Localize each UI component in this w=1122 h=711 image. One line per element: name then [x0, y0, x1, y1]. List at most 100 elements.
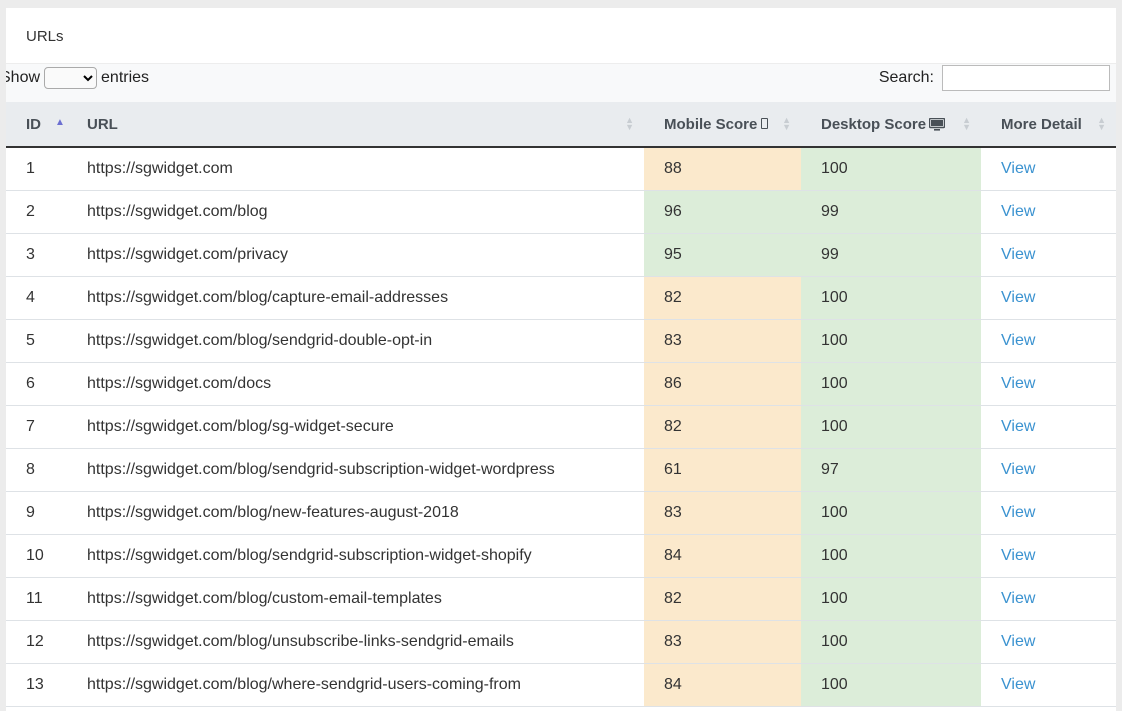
length-control: Show entries — [6, 67, 149, 89]
cell-mobile-score: 96 — [644, 190, 801, 234]
column-header-desktop-score[interactable]: Desktop Score ▲ ▼ — [801, 102, 981, 148]
cell-mobile-score: 83 — [644, 319, 801, 363]
view-link[interactable]: View — [1001, 461, 1035, 478]
column-header-id-label: ID — [26, 115, 41, 133]
cell-mobile-score: 82 — [644, 405, 801, 449]
cell-more-detail: View — [981, 491, 1116, 535]
cell-mobile-score: 95 — [644, 233, 801, 277]
cell-mobile-score: 84 — [644, 663, 801, 707]
cell-desktop-score: 100 — [801, 534, 981, 578]
urls-table: ID ▲ URL ▲ ▼ Mobile Score ▲ ▼ Desktop Scor… — [6, 102, 1116, 707]
cell-id: 9 — [6, 491, 67, 535]
view-link[interactable]: View — [1001, 676, 1035, 693]
table-row: 5 https://sgwidget.com/blog/sendgrid-doub… — [6, 319, 1116, 363]
show-label: Show — [6, 69, 41, 86]
table-row: 12 https://sgwidget.com/blog/unsubscribe-… — [6, 620, 1116, 664]
cell-url: https://sgwidget.com/blog/sendgrid-doubl… — [67, 319, 644, 363]
cell-url: https://sgwidget.com/docs — [67, 362, 644, 406]
cell-more-detail: View — [981, 405, 1116, 449]
view-link[interactable]: View — [1001, 289, 1035, 306]
table-row: 2 https://sgwidget.com/blog 96 99 View — [6, 190, 1116, 234]
cell-mobile-score: 84 — [644, 534, 801, 578]
column-header-more-detail[interactable]: More Detail ▲ ▼ — [981, 102, 1116, 148]
sort-both-icon: ▲ ▼ — [782, 115, 791, 132]
view-link[interactable]: View — [1001, 332, 1035, 349]
cell-desktop-score: 100 — [801, 577, 981, 621]
column-header-url[interactable]: URL ▲ ▼ — [67, 102, 644, 148]
view-link[interactable]: View — [1001, 203, 1035, 220]
cell-more-detail: View — [981, 663, 1116, 707]
cell-mobile-score: 82 — [644, 577, 801, 621]
sort-ascending-icon: ▲ — [55, 117, 65, 128]
cell-more-detail: View — [981, 620, 1116, 664]
table-row: 3 https://sgwidget.com/privacy 95 99 View — [6, 233, 1116, 277]
cell-id: 2 — [6, 190, 67, 234]
cell-url: https://sgwidget.com/privacy — [67, 233, 644, 277]
cell-more-detail: View — [981, 448, 1116, 492]
cell-id: 10 — [6, 534, 67, 578]
table-row: 9 https://sgwidget.com/blog/new-features-… — [6, 491, 1116, 535]
search-input[interactable] — [942, 65, 1110, 91]
cell-desktop-score: 97 — [801, 448, 981, 492]
cell-desktop-score: 100 — [801, 491, 981, 535]
view-link[interactable]: View — [1001, 504, 1035, 521]
table-header-row: ID ▲ URL ▲ ▼ Mobile Score ▲ ▼ Desktop Scor… — [6, 102, 1116, 148]
search-label: Search: — [878, 69, 934, 86]
cell-desktop-score: 100 — [801, 319, 981, 363]
cell-more-detail: View — [981, 534, 1116, 578]
cell-desktop-score: 99 — [801, 233, 981, 277]
sort-both-icon: ▲ ▼ — [625, 115, 634, 132]
cell-more-detail: View — [981, 147, 1116, 191]
cell-url: https://sgwidget.com/blog/sendgrid-subsc… — [67, 534, 644, 578]
cell-url: https://sgwidget.com/blog/new-features-a… — [67, 491, 644, 535]
cell-url: https://sgwidget.com/blog/capture-email-… — [67, 276, 644, 320]
cell-url: https://sgwidget.com/blog/sg-widget-secu… — [67, 405, 644, 449]
column-header-desktop-label: Desktop Score — [821, 115, 927, 133]
cell-more-detail: View — [981, 362, 1116, 406]
cell-id: 13 — [6, 663, 67, 707]
table-row: 4 https://sgwidget.com/blog/capture-email… — [6, 276, 1116, 320]
view-link[interactable]: View — [1001, 418, 1035, 435]
cell-url: https://sgwidget.com/blog/unsubscribe-li… — [67, 620, 644, 664]
cell-id: 6 — [6, 362, 67, 406]
cell-desktop-score: 100 — [801, 147, 981, 191]
cell-id: 7 — [6, 405, 67, 449]
cell-url: https://sgwidget.com/blog/where-sendgrid… — [67, 663, 644, 707]
cell-id: 3 — [6, 233, 67, 277]
cell-mobile-score: 83 — [644, 620, 801, 664]
cell-url: https://sgwidget.com/blog — [67, 190, 644, 234]
column-header-detail-label: More Detail — [1001, 115, 1082, 133]
column-header-mobile-score[interactable]: Mobile Score ▲ ▼ — [644, 102, 801, 148]
table-row: 8 https://sgwidget.com/blog/sendgrid-subs… — [6, 448, 1116, 492]
cell-id: 12 — [6, 620, 67, 664]
view-link[interactable]: View — [1001, 160, 1035, 177]
table-row: 1 https://sgwidget.com 88 100 View — [6, 147, 1116, 191]
cell-id: 1 — [6, 147, 67, 191]
table-row: 11 https://sgwidget.com/blog/custom-email… — [6, 577, 1116, 621]
view-link[interactable]: View — [1001, 633, 1035, 650]
column-header-id[interactable]: ID ▲ — [6, 102, 67, 148]
view-link[interactable]: View — [1001, 246, 1035, 263]
cell-mobile-score: 88 — [644, 147, 801, 191]
cell-id: 4 — [6, 276, 67, 320]
cell-url: https://sgwidget.com — [67, 147, 644, 191]
column-header-mobile-label: Mobile Score — [664, 115, 758, 133]
table-controls: Show entries Search: — [6, 64, 1116, 102]
cell-id: 5 — [6, 319, 67, 363]
desktop-monitor-icon — [929, 117, 946, 131]
cell-desktop-score: 99 — [801, 190, 981, 234]
table-row: 6 https://sgwidget.com/docs 86 100 View — [6, 362, 1116, 406]
entries-select[interactable] — [44, 67, 98, 89]
cell-desktop-score: 100 — [801, 276, 981, 320]
view-link[interactable]: View — [1001, 590, 1035, 607]
cell-desktop-score: 100 — [801, 663, 981, 707]
view-link[interactable]: View — [1001, 375, 1035, 392]
search-control: Search: — [879, 65, 1110, 91]
cell-more-detail: View — [981, 319, 1116, 363]
view-link[interactable]: View — [1001, 547, 1035, 564]
cell-mobile-score: 86 — [644, 362, 801, 406]
cell-more-detail: View — [981, 233, 1116, 277]
cell-more-detail: View — [981, 577, 1116, 621]
sort-both-icon: ▲ ▼ — [1097, 115, 1106, 132]
entries-label: entries — [101, 69, 150, 86]
